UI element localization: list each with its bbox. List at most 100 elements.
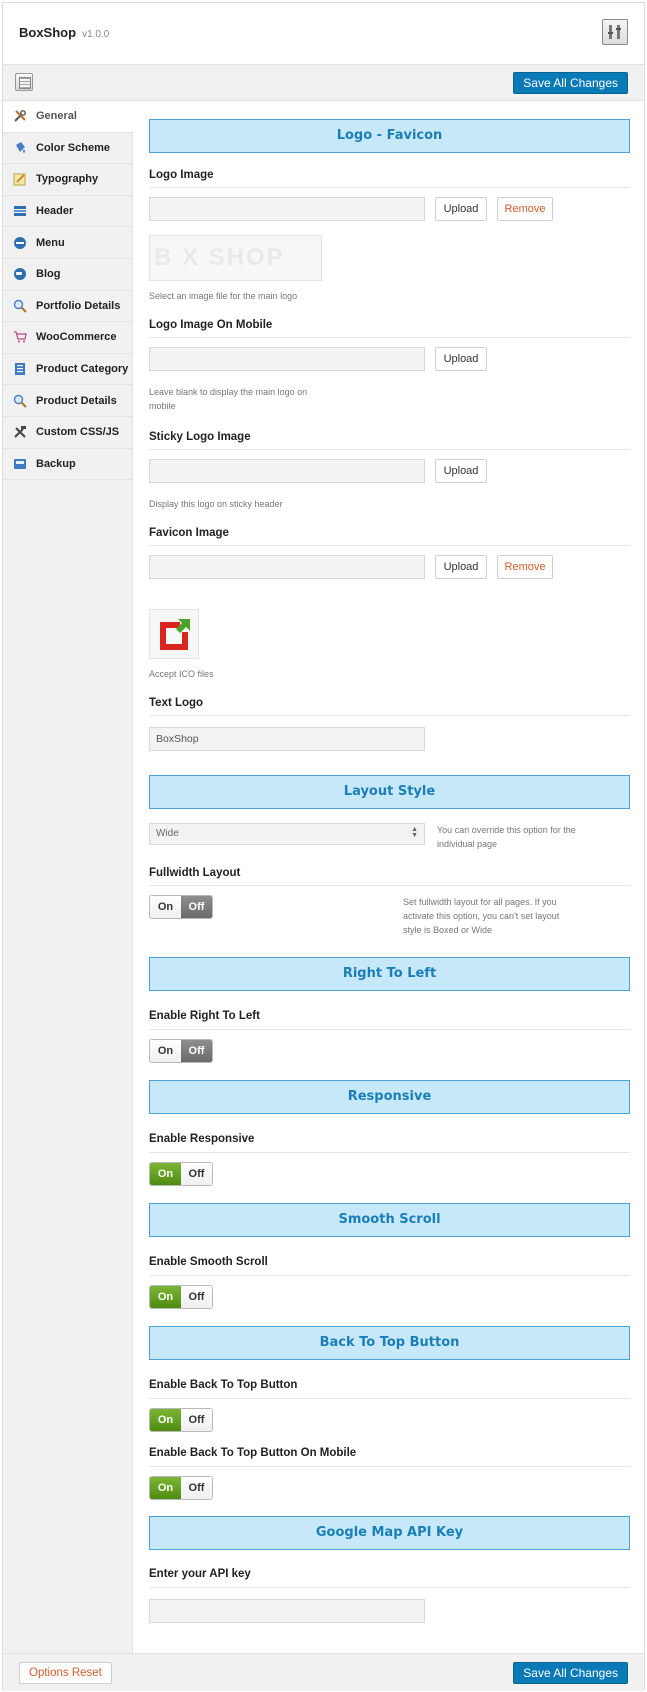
divider [149, 1029, 630, 1030]
divider [149, 337, 630, 338]
smooth-scroll-toggle[interactable]: On Off [149, 1285, 213, 1309]
logo-mobile-upload-button[interactable]: Upload [435, 347, 487, 371]
responsive-toggle[interactable]: On Off [149, 1162, 213, 1186]
toggle-on-option[interactable]: On [150, 1040, 181, 1062]
logo-image-label: Logo Image [149, 169, 214, 181]
paint-bucket-icon [13, 141, 27, 155]
section-logo-favicon: Logo - Favicon [149, 119, 630, 153]
favicon-url-input[interactable] [149, 555, 425, 579]
save-all-button-top[interactable]: Save All Changes [513, 72, 628, 94]
sidebar-item-label: Header [36, 205, 74, 218]
layout-style-hint: You can override this option for the ind… [437, 825, 576, 849]
sidebar-item-label: Color Scheme [36, 141, 110, 154]
developer-tools-button[interactable] [602, 19, 628, 45]
section-back-to-top: Back To Top Button [149, 1326, 630, 1360]
logo-upload-button[interactable]: Upload [435, 197, 487, 221]
sidebar-item-header[interactable]: Header [3, 196, 132, 228]
toggle-off-option[interactable]: Off [181, 1163, 212, 1185]
toggle-on-option[interactable]: On [150, 1409, 181, 1431]
rtl-label: Enable Right To Left [149, 1010, 260, 1022]
sidebar-item-product-details[interactable]: Product Details [3, 385, 132, 417]
layout-style-select[interactable]: Wide ▲ ▼ [149, 823, 425, 845]
smooth-scroll-label: Enable Smooth Scroll [149, 1256, 268, 1268]
api-key-input[interactable] [149, 1599, 425, 1623]
action-bar: Save All Changes [3, 65, 644, 101]
rtl-toggle[interactable]: On Off [149, 1039, 213, 1063]
app-title: BoxShop v1.0.0 [19, 25, 109, 40]
sidebar-item-woocommerce[interactable]: WooCommerce [3, 322, 132, 354]
logo-mobile-url-input[interactable] [149, 347, 425, 371]
sidebar: General Color Scheme Typography Header M… [3, 101, 133, 1653]
divider [149, 545, 630, 546]
divider [149, 1152, 630, 1153]
section-smooth-scroll: Smooth Scroll [149, 1203, 630, 1237]
section-layout-style: Layout Style [149, 775, 630, 809]
text-logo-label: Text Logo [149, 697, 204, 709]
options-panel: BoxShop v1.0.0 Save All Changes General C… [2, 2, 645, 1691]
toggle-off-option[interactable]: Off [181, 896, 212, 918]
toggle-off-option[interactable]: Off [181, 1040, 212, 1062]
toggle-on-option[interactable]: On [150, 1163, 181, 1185]
logo-remove-button[interactable]: Remove [497, 197, 553, 221]
logo-preview-image: B X SHOP [149, 235, 322, 281]
expand-options-icon[interactable] [15, 73, 33, 91]
sidebar-item-label: Product Category [36, 363, 129, 376]
favicon-upload-button[interactable]: Upload [435, 555, 487, 579]
toggle-on-option[interactable]: On [150, 1477, 181, 1499]
sidebar-item-label: Product Details [36, 394, 117, 407]
sticky-logo-label: Sticky Logo Image [149, 431, 251, 443]
sidebar-item-menu[interactable]: Menu [3, 227, 132, 259]
text-logo-input[interactable]: BoxShop [149, 727, 425, 751]
sidebar-item-general[interactable]: General [3, 101, 133, 133]
divider [149, 1587, 630, 1588]
toggle-off-option[interactable]: Off [181, 1409, 212, 1431]
app-version: v1.0.0 [82, 29, 110, 40]
toggle-on-option[interactable]: On [150, 896, 181, 918]
sidebar-item-portfolio-details[interactable]: Portfolio Details [3, 291, 132, 323]
sidebar-item-label: Portfolio Details [36, 299, 121, 312]
toggle-off-option[interactable]: Off [181, 1286, 212, 1308]
toggle-on-option[interactable]: On [150, 1286, 181, 1308]
layout-style-value: Wide [156, 828, 179, 839]
magnifier-icon [13, 394, 27, 408]
back-to-top-toggle[interactable]: On Off [149, 1408, 213, 1432]
logo-image-url-input[interactable] [149, 197, 425, 221]
sticky-logo-upload-button[interactable]: Upload [435, 459, 487, 483]
sidebar-item-label: Backup [36, 457, 76, 470]
sidebar-item-backup[interactable]: Backup [3, 449, 132, 481]
sticky-logo-url-input[interactable] [149, 459, 425, 483]
divider [149, 1275, 630, 1276]
section-right-to-left: Right To Left [149, 957, 630, 991]
backup-disk-icon [13, 457, 27, 471]
options-reset-button[interactable]: Options Reset [19, 1662, 112, 1684]
sidebar-item-custom-css-js[interactable]: Custom CSS/JS [3, 417, 132, 449]
list-document-icon [13, 362, 27, 376]
pencil-note-icon [13, 172, 27, 186]
save-all-button-bottom[interactable]: Save All Changes [513, 1662, 628, 1684]
back-to-top-mobile-toggle[interactable]: On Off [149, 1476, 213, 1500]
tools-icon [13, 109, 27, 123]
select-arrows-icon: ▲ ▼ [411, 826, 418, 839]
divider [149, 449, 630, 450]
header-bars-icon [13, 204, 27, 218]
fullwidth-layout-label: Fullwidth Layout [149, 867, 241, 879]
tools-icon [608, 25, 621, 39]
favicon-label: Favicon Image [149, 527, 229, 539]
sidebar-item-color-scheme[interactable]: Color Scheme [3, 133, 132, 165]
divider [149, 1398, 630, 1399]
header-bar: BoxShop v1.0.0 [3, 3, 644, 65]
sidebar-item-blog[interactable]: Blog [3, 259, 132, 291]
responsive-label: Enable Responsive [149, 1133, 255, 1145]
logo-mobile-hint: Leave blank to display the main logo on … [149, 387, 308, 411]
sidebar-item-typography[interactable]: Typography [3, 164, 132, 196]
back-to-top-mobile-label: Enable Back To Top Button On Mobile [149, 1447, 357, 1459]
menu-circle-icon [13, 236, 27, 250]
sidebar-item-label: Menu [36, 236, 65, 249]
fullwidth-layout-toggle[interactable]: On Off [149, 895, 213, 919]
sidebar-item-label: WooCommerce [36, 331, 117, 344]
favicon-remove-button[interactable]: Remove [497, 555, 553, 579]
sidebar-item-product-category[interactable]: Product Category [3, 354, 132, 386]
sticky-logo-hint: Display this logo on sticky header [149, 499, 283, 509]
toggle-off-option[interactable]: Off [181, 1477, 212, 1499]
hammer-wrench-icon [13, 425, 27, 439]
